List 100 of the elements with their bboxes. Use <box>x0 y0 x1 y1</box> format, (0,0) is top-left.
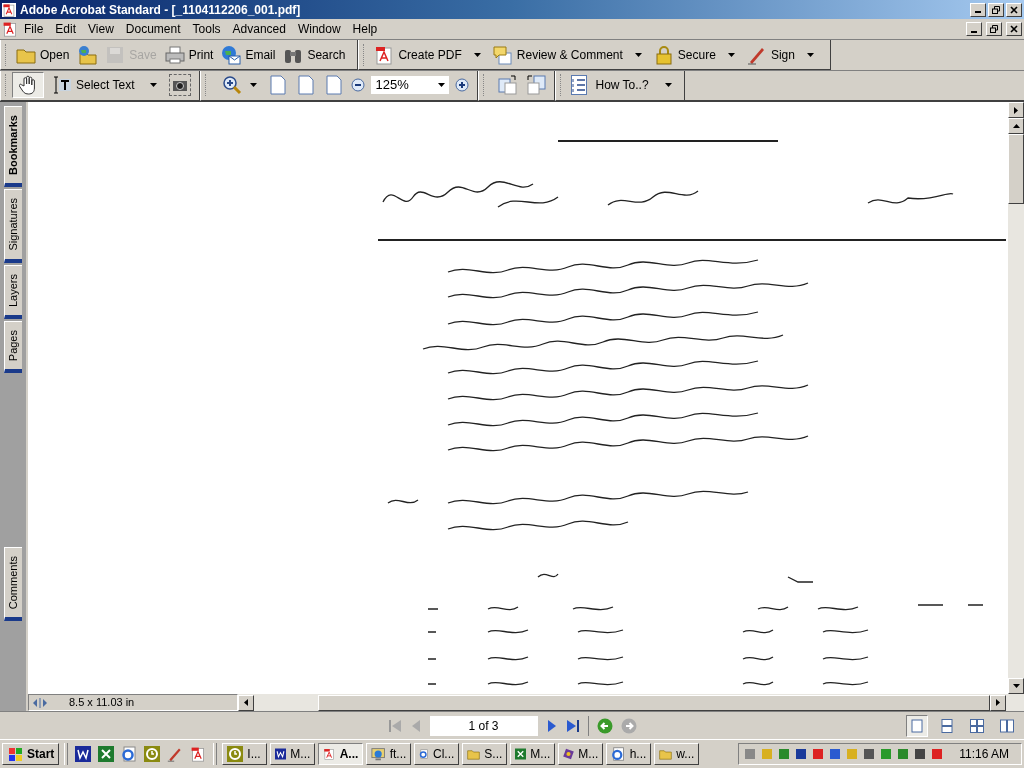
taskbar-task-button[interactable]: h... <box>606 743 652 765</box>
page-size-text: 8.5 x 11.03 in <box>69 695 135 711</box>
toolbar-grip[interactable] <box>5 74 8 96</box>
dropdown-caret-icon[interactable] <box>727 52 735 57</box>
toolbar-grip[interactable] <box>483 74 487 96</box>
how-to-button[interactable]: How To..? <box>567 75 676 95</box>
spreadsheet-icon <box>98 746 115 762</box>
horizontal-scrollbar[interactable] <box>238 694 1006 711</box>
zoom-field[interactable]: 125% <box>371 76 450 94</box>
menu-item[interactable]: Edit <box>49 20 83 38</box>
page-layout-icon <box>940 719 954 733</box>
tray-icon[interactable] <box>896 747 911 761</box>
pdf-document-icon <box>190 746 207 762</box>
restore-button[interactable] <box>988 2 1004 17</box>
dropdown-caret-icon[interactable] <box>634 52 642 57</box>
scroll-left-arrow-icon[interactable] <box>244 699 248 706</box>
menu-item[interactable]: View <box>82 20 120 38</box>
start-button[interactable]: Start <box>2 743 60 765</box>
go-back-icon[interactable] <box>596 717 613 734</box>
dropdown-caret-icon[interactable] <box>806 52 814 57</box>
dropdown-caret-icon[interactable] <box>664 83 672 87</box>
taskbar-task-button[interactable]: Cl... <box>414 743 460 765</box>
tray-icon[interactable] <box>862 747 877 761</box>
menu-item[interactable]: Window <box>291 20 347 38</box>
tray-icon[interactable] <box>828 747 843 761</box>
tray-icon[interactable] <box>811 747 826 761</box>
scroll-down-arrow-icon[interactable] <box>1012 684 1020 688</box>
menu-item[interactable]: File <box>18 20 50 38</box>
taskbar-task-button[interactable]: ft... <box>366 743 412 765</box>
scroll-right-arrow-icon[interactable] <box>996 699 1000 706</box>
rotate-page-icon <box>526 75 547 95</box>
quick-launch-button[interactable] <box>96 746 117 762</box>
speech-bubble-icon <box>492 44 513 65</box>
menu-item[interactable]: Document <box>119 20 187 38</box>
magnifier-icon <box>222 75 243 95</box>
side-panel-tab[interactable]: Bookmarks <box>4 106 22 187</box>
word-icon <box>75 746 92 762</box>
rotate-clockwise-button[interactable] <box>498 75 519 95</box>
zoom-in-button[interactable] <box>455 78 470 92</box>
dropdown-caret-icon[interactable] <box>473 52 481 57</box>
tray-icon[interactable] <box>930 747 945 761</box>
dropdown-caret-icon[interactable] <box>150 83 158 87</box>
taskbar-task-button[interactable]: I... <box>222 743 268 765</box>
page-layout-icon <box>910 719 924 733</box>
tray-icon[interactable] <box>794 747 809 761</box>
side-panel-tab[interactable]: Comments <box>4 546 22 621</box>
taskbar-task-button[interactable]: M... <box>510 743 556 765</box>
side-panel-tab[interactable]: Pages <box>4 320 22 373</box>
vertical-scrollbar[interactable] <box>1008 102 1024 694</box>
media-player-icon <box>563 746 575 762</box>
clock-text: 11:16 AM <box>959 746 1009 763</box>
restore-button[interactable] <box>986 22 1002 36</box>
side-panel-tab[interactable]: Signatures <box>4 188 22 263</box>
tray-icon[interactable] <box>913 747 928 761</box>
menu-item[interactable]: Help <box>346 20 384 38</box>
toolbar-button[interactable]: Email <box>217 42 280 67</box>
toolbar-button[interactable]: Review & Comment <box>488 42 646 67</box>
split-arrows-icon[interactable] <box>33 697 47 708</box>
toolbar-button[interactable]: Open <box>12 42 74 67</box>
side-panel-tab[interactable]: Layers <box>4 264 22 319</box>
taskbar-task-button[interactable]: A... <box>318 743 364 765</box>
quick-launch-button[interactable] <box>73 746 94 762</box>
taskbar-task-button[interactable]: M... <box>558 743 604 765</box>
rotate-counterclockwise-button[interactable] <box>526 75 547 95</box>
toolbar-button[interactable]: Secure <box>649 42 739 67</box>
toolbar-button[interactable]: Search <box>279 42 350 67</box>
scroll-right-arrow-icon[interactable] <box>1014 106 1018 114</box>
close-button[interactable] <box>1006 2 1022 17</box>
toolbar-grip[interactable] <box>5 43 8 66</box>
select-text-button[interactable]: Select Text <box>44 73 166 97</box>
single-page-button[interactable] <box>906 715 928 737</box>
zoom-out-button[interactable] <box>351 78 366 92</box>
scroll-up-arrow-icon[interactable] <box>1012 124 1020 128</box>
next-page-icon[interactable] <box>545 718 558 733</box>
minus-circle-icon <box>351 78 366 92</box>
taskbar-task-button[interactable]: M... <box>270 743 316 765</box>
toolbar-grip[interactable] <box>560 74 564 96</box>
dropdown-caret-icon[interactable] <box>438 83 446 87</box>
close-button[interactable] <box>1006 22 1022 36</box>
dropdown-caret-icon[interactable] <box>250 83 258 87</box>
close-icon <box>1010 25 1018 33</box>
toolbar-grip[interactable] <box>363 43 367 66</box>
toolbar-button[interactable]: Sign <box>742 42 818 67</box>
tray-icon[interactable] <box>777 747 792 761</box>
spreadsheet-icon <box>515 746 527 762</box>
snapshot-tool-button[interactable] <box>169 74 192 96</box>
taskbar-task-button[interactable]: w... <box>654 743 700 765</box>
minimize-button[interactable] <box>966 22 982 36</box>
last-page-icon[interactable] <box>565 718 580 733</box>
scrollbar-thumb[interactable] <box>1008 134 1024 204</box>
minimize-button[interactable] <box>970 2 986 17</box>
page-layout-icon <box>1000 719 1014 733</box>
taskbar-task-button[interactable]: S... <box>462 743 508 765</box>
toolbar-grip[interactable] <box>205 74 209 96</box>
toolbar-button[interactable]: Create PDF <box>370 42 485 67</box>
menu-item[interactable]: Tools <box>186 20 227 38</box>
hand-tool-button[interactable] <box>12 72 44 98</box>
page-number-field[interactable]: 1 of 3 <box>429 715 538 736</box>
menu-item[interactable]: Advanced <box>226 20 292 38</box>
toolbar-button[interactable]: Print <box>160 42 218 67</box>
